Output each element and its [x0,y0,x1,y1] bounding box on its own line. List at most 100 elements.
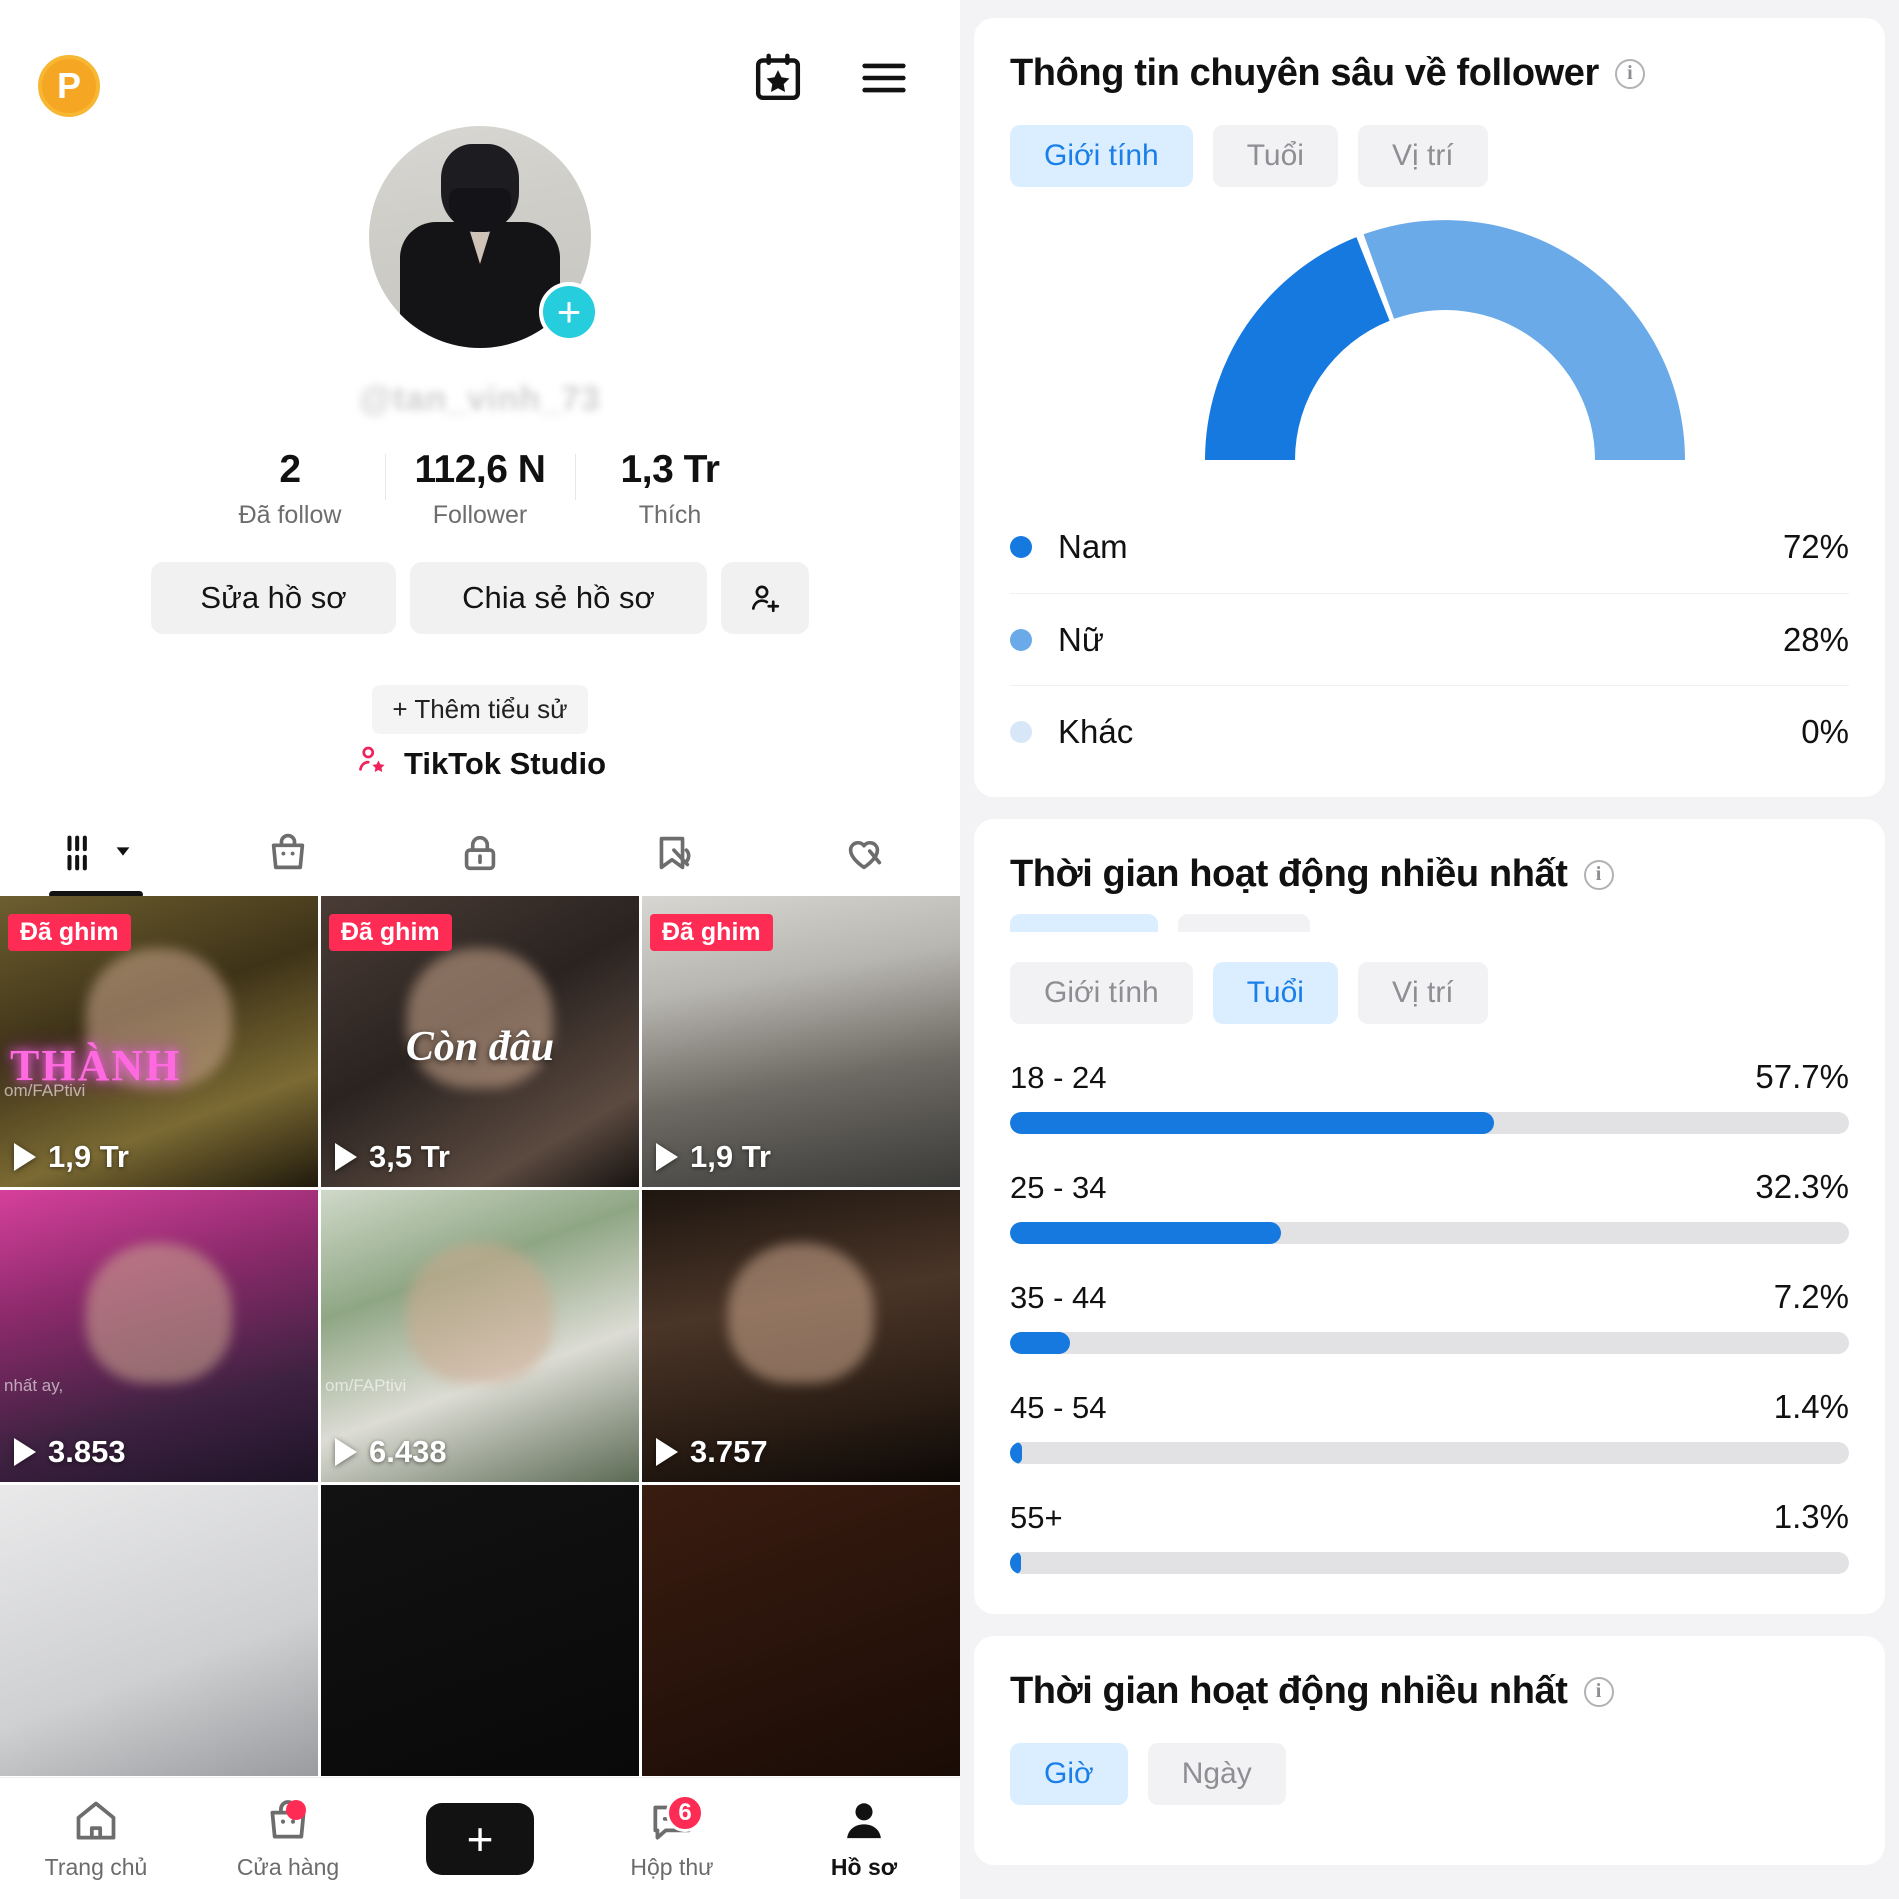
tiktok-studio-link[interactable]: TikTok Studio [0,742,960,786]
video-cell[interactable] [642,1484,960,1776]
avatar[interactable]: + [369,126,599,348]
time-card-header: Thời gian hoạt động nhiều nhất i [1010,1670,1849,1713]
add-avatar-plus-icon[interactable]: + [539,282,599,342]
create-button[interactable]: + [417,1802,543,1875]
gender-gauge-chart [1010,205,1849,495]
profile-tabs [0,812,960,898]
thumb-subject [406,1242,554,1383]
info-icon[interactable]: i [1614,58,1645,89]
stat-following-label: Đã follow [238,501,342,529]
video-views: 1,9 Tr [14,1139,129,1175]
video-views-value: 3.757 [690,1433,768,1469]
stat-followers[interactable]: 112,6 N Follower [385,448,575,530]
tab-location[interactable]: Vị trí [1357,125,1488,187]
bar-track [1010,1552,1849,1574]
time-segment-tabs: Giờ Ngày [1010,1743,1849,1805]
video-views: 3,5 Tr [335,1139,450,1175]
profile-username: @tan_vinh_73 [359,380,601,418]
video-cell[interactable]: Đã ghim Còn đâu 3,5 Tr [321,896,639,1188]
video-cell[interactable] [0,1484,318,1776]
analytics-pane: Thông tin chuyên sâu về follower i Giới … [960,0,1899,1899]
bar-value: 57.7% [1755,1058,1849,1095]
follower-insights-header: Thông tin chuyên sâu về follower i [1010,52,1849,95]
bar-label: 25 - 34 [1010,1170,1107,1205]
legend-value-other: 0% [1801,712,1849,750]
add-friends-button[interactable] [721,562,809,634]
bar-header: 18 - 24 57.7% [1010,1058,1849,1096]
video-overlay-text: Còn đâu [405,1024,555,1071]
video-cell[interactable]: Đã ghim 1,9 Tr [642,896,960,1188]
stat-likes-value: 1,3 Tr [620,448,720,491]
tab-age[interactable]: Tuổi [1212,962,1338,1024]
legend-label-male: Nam [1058,528,1128,565]
edit-profile-button[interactable]: Sửa hồ sơ [151,562,396,634]
age-bar-35-44: 35 - 44 7.2% [1010,1278,1849,1354]
nav-inbox[interactable]: 6 Hộp thư [576,1778,768,1899]
bar-header: 35 - 44 7.2% [1010,1278,1849,1316]
bar-track [1010,1332,1849,1354]
sidebar-item-posts[interactable] [0,812,192,898]
sidebar-item-liked[interactable] [768,812,960,894]
sidebar-item-reposts[interactable] [576,812,768,894]
video-views: 3.757 [656,1434,768,1470]
age-bar-18-24: 18 - 24 57.7% [1010,1058,1849,1134]
pinned-badge: Đã ghim [8,914,131,951]
bar-fill [1010,1112,1495,1134]
sidebar-item-shop[interactable] [192,812,384,894]
create-plus-icon: + [466,1812,494,1865]
tab-location[interactable]: Vị trí [1357,962,1488,1024]
bar-value: 1.4% [1773,1388,1849,1425]
video-cell[interactable]: Đã ghim THÀNH om/FAPtivi 1,9 Tr [0,896,318,1188]
thumb-subject [85,1242,233,1383]
legend-dot-female [1010,628,1032,651]
tab-day[interactable]: Ngày [1147,1743,1286,1805]
video-watermark: om/FAPtivi [4,1081,86,1101]
stat-likes[interactable]: 1,3 Tr Thích [575,448,765,530]
age-bar-45-54: 45 - 54 1.4% [1010,1388,1849,1464]
nav-shop-label: Cửa hàng [236,1854,340,1880]
play-icon [335,1143,357,1172]
video-cell[interactable]: nhất ay, 3.853 [0,1190,318,1482]
stat-following[interactable]: 2 Đã follow [195,448,385,530]
video-views-value: 3,5 Tr [369,1139,450,1175]
app-screen: P + @tan_vinh_73 2 Đã follow 112,6 N Fol… [0,0,1899,1899]
play-icon [656,1437,678,1466]
add-bio-button[interactable]: + Thêm tiểu sử [372,685,588,734]
video-cell[interactable]: 3.757 [642,1190,960,1482]
age-bar-55-plus: 55+ 1.3% [1010,1498,1849,1574]
bar-fill [1010,1222,1281,1244]
sidebar-item-private[interactable] [384,812,576,894]
nav-create[interactable]: + [384,1778,576,1899]
tab-gender[interactable]: Giới tính [1010,125,1193,187]
nav-inbox-label: Hộp thư [630,1854,714,1880]
stat-followers-label: Follower [432,501,528,529]
stat-following-value: 2 [279,448,301,491]
video-grid: Đã ghim THÀNH om/FAPtivi 1,9 Tr Đã ghim … [0,896,960,1776]
coin-badge[interactable]: P [38,55,100,117]
bar-header: 55+ 1.3% [1010,1498,1849,1536]
inbox-badge: 6 [666,1793,704,1832]
tiktok-profile-pane: P + @tan_vinh_73 2 Đã follow 112,6 N Fol… [0,0,960,1899]
bar-header: 25 - 34 32.3% [1010,1168,1849,1206]
hamburger-menu-icon[interactable] [854,48,914,108]
calendar-star-icon[interactable] [748,48,808,108]
tab-hour[interactable]: Giờ [1010,1743,1128,1805]
pinned-badge: Đã ghim [329,914,452,951]
profile-actions: Sửa hồ sơ Chia sẻ hồ sơ [0,562,960,634]
info-icon[interactable]: i [1583,859,1614,890]
nav-shop[interactable]: Cửa hàng [192,1778,384,1899]
studio-star-person-icon [354,742,390,786]
video-cell[interactable]: om/FAPtivi 6.438 [321,1190,639,1482]
tab-gender[interactable]: Giới tính [1010,962,1193,1024]
tab-age[interactable]: Tuổi [1212,125,1338,187]
nav-home[interactable]: Trang chủ [0,1778,192,1899]
info-icon[interactable]: i [1583,1676,1614,1707]
legend-item-male: Nam 72% [1010,501,1849,593]
follower-insights-card: Thông tin chuyên sâu về follower i Giới … [974,18,1885,797]
nav-profile[interactable]: Hồ sơ [768,1778,960,1899]
gauge-svg [1205,220,1685,460]
video-cell[interactable] [321,1484,639,1776]
stat-likes-label: Thích [638,501,702,529]
share-profile-button[interactable]: Chia sẻ hồ sơ [410,562,707,634]
bio-row: + Thêm tiểu sử [0,685,960,734]
